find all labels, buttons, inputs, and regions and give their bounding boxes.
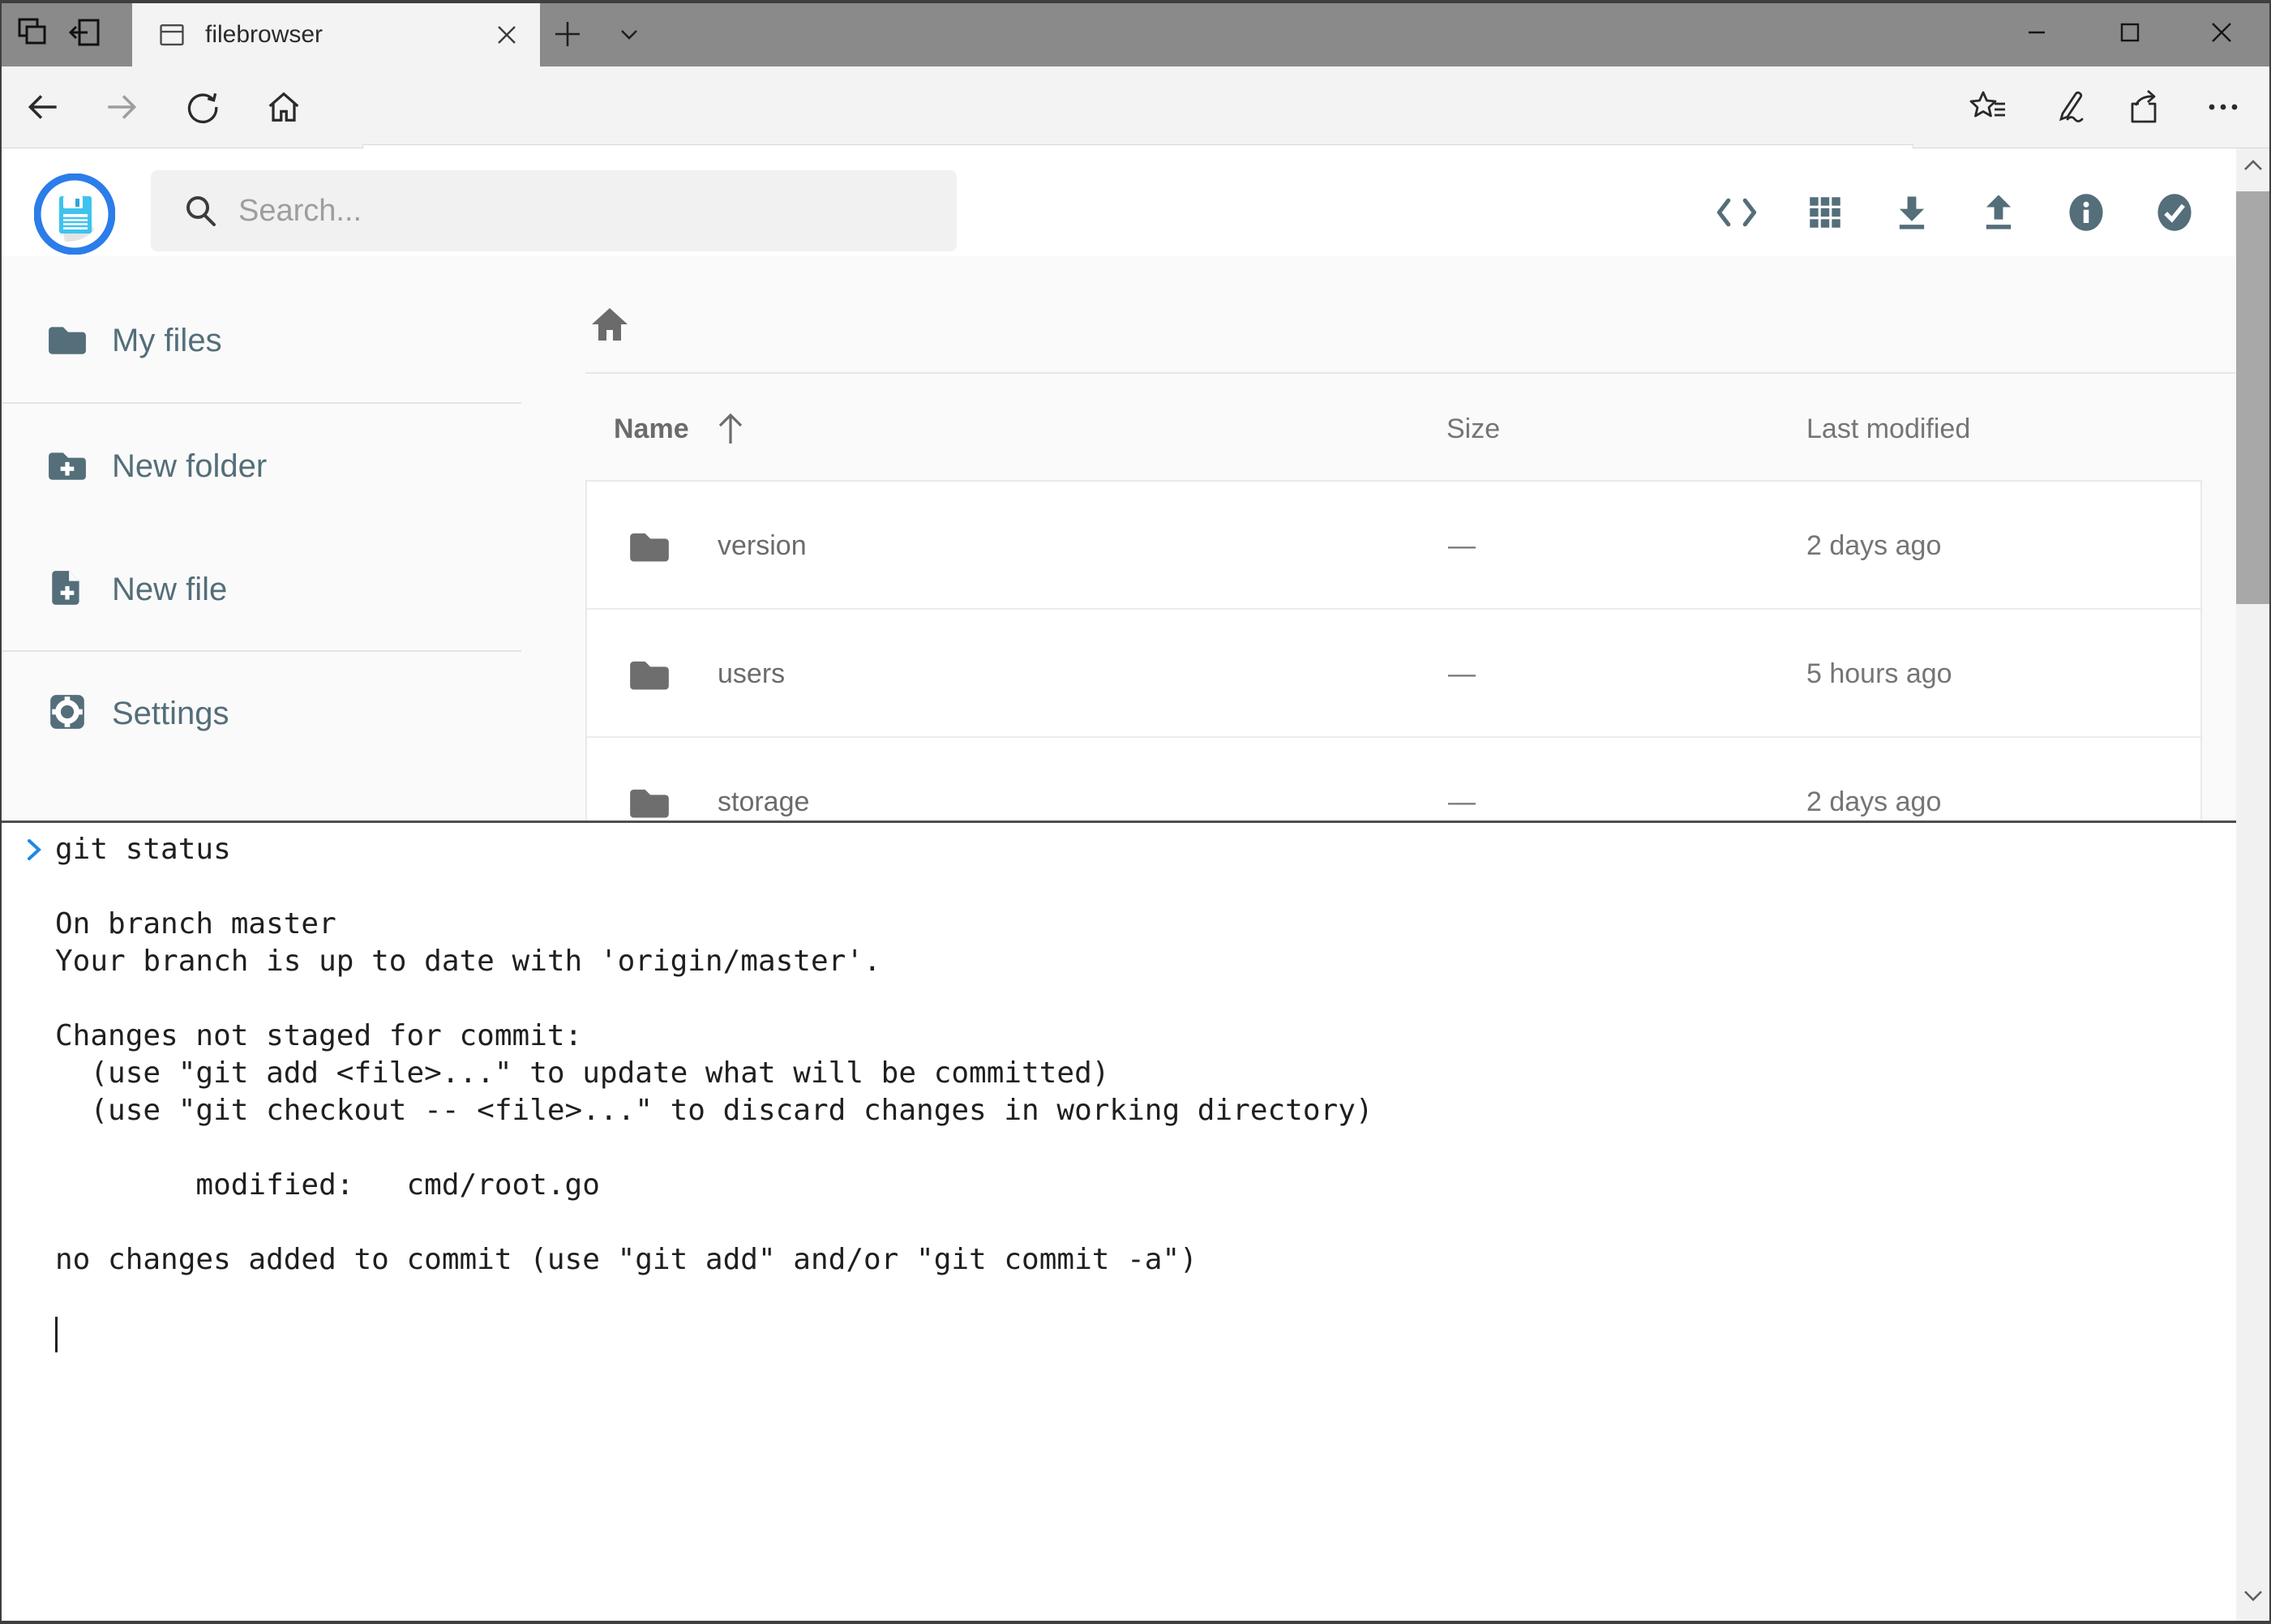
file-size: — <box>1448 482 1476 610</box>
breadcrumb-divider <box>585 372 2235 374</box>
folder-icon <box>628 525 671 571</box>
sidebar-item-settings[interactable]: Settings <box>47 677 229 750</box>
home-button[interactable] <box>261 84 306 130</box>
search-placeholder: Search... <box>238 194 362 229</box>
info-button[interactable] <box>2062 190 2110 238</box>
tab-preview-button[interactable] <box>10 11 55 57</box>
window-maximize-button[interactable] <box>2097 10 2162 55</box>
scrollbar-down-icon[interactable] <box>2241 1585 2265 1610</box>
sidebar-item-label: New folder <box>112 448 267 485</box>
search-icon <box>182 191 221 230</box>
folder-icon <box>47 319 88 363</box>
file-listing: version — 2 days ago users — 5 hours ago… <box>585 480 2202 869</box>
new-tab-button[interactable] <box>545 11 590 57</box>
grid-icon <box>1805 192 1845 237</box>
column-header-modified[interactable]: Last modified <box>1806 413 1970 445</box>
download-button[interactable] <box>1888 190 1936 238</box>
tab-favicon-icon <box>156 19 187 50</box>
prompt-chevron-icon <box>23 834 45 869</box>
window-border-bottom <box>0 1621 2271 1624</box>
info-icon <box>2065 191 2107 238</box>
file-size: — <box>1448 610 1476 738</box>
tab-close-icon[interactable] <box>493 21 521 49</box>
file-name: version <box>718 482 807 610</box>
set-tabs-aside-button[interactable] <box>63 11 109 57</box>
file-modified: 2 days ago <box>1806 482 1941 610</box>
grid-view-button[interactable] <box>1801 190 1849 238</box>
titlebar: filebrowser <box>0 0 2271 66</box>
filebrowser-logo-icon[interactable] <box>34 174 115 255</box>
shell-toggle-button[interactable] <box>1712 190 1761 238</box>
file-modified: 5 hours ago <box>1806 610 1952 738</box>
tab-list-chevron-icon[interactable] <box>606 11 652 57</box>
sidebar-item-label: Settings <box>112 696 229 732</box>
browser-toolbar: filebrowser.web/files/ <box>0 66 2271 148</box>
code-brackets-icon <box>1714 192 1759 237</box>
window-minimize-button[interactable] <box>2004 10 2069 55</box>
upload-icon <box>1977 191 2020 238</box>
column-header-name[interactable]: Name <box>614 413 689 445</box>
folder-plus-icon <box>47 444 88 489</box>
tab-title: filebrowser <box>205 21 323 49</box>
terminal-output: On branch master Your branch is up to da… <box>55 906 1373 1279</box>
file-plus-icon <box>47 568 88 612</box>
browser-tab[interactable]: filebrowser <box>132 3 540 66</box>
back-button[interactable] <box>20 84 66 130</box>
settings-more-button[interactable] <box>2200 84 2246 130</box>
download-icon <box>1891 191 1933 238</box>
breadcrumb-home-icon[interactable] <box>590 306 629 346</box>
scrollbar-thumb[interactable] <box>2236 191 2269 604</box>
terminal-cursor <box>55 1317 58 1352</box>
table-row[interactable]: users — 5 hours ago <box>587 610 2200 738</box>
file-name: users <box>718 610 785 738</box>
set-tabs-aside-icon <box>66 13 105 56</box>
window-border-left <box>0 0 2 1624</box>
gear-icon <box>47 692 88 736</box>
scrollbar-up-icon[interactable] <box>2241 156 2265 181</box>
search-bar[interactable]: Search... <box>151 170 957 251</box>
sidebar-divider <box>0 650 521 652</box>
sidebar-item-new-file[interactable]: New file <box>47 553 227 626</box>
sidebar-divider <box>0 402 521 404</box>
table-row[interactable]: version — 2 days ago <box>587 482 2200 610</box>
sidebar-item-my-files[interactable]: My files <box>47 304 222 377</box>
sidebar-item-label: New file <box>112 572 227 608</box>
web-note-pen-button[interactable] <box>2043 84 2089 130</box>
refresh-button[interactable] <box>180 84 225 130</box>
sidebar-item-label: My files <box>112 323 222 359</box>
window-border-top <box>0 0 2271 3</box>
tab-preview-icon <box>13 13 52 56</box>
terminal-command: git status <box>55 831 231 868</box>
folder-icon <box>628 653 671 699</box>
column-header-size[interactable]: Size <box>1446 413 1500 445</box>
forward-button[interactable] <box>99 84 144 130</box>
select-multiple-button[interactable] <box>2150 190 2199 238</box>
sidebar-item-new-folder[interactable]: New folder <box>47 430 267 503</box>
sort-ascending-icon[interactable] <box>713 409 748 451</box>
upload-button[interactable] <box>1974 190 2023 238</box>
share-button[interactable] <box>2123 84 2168 130</box>
favorites-hub-button[interactable] <box>1965 84 2011 130</box>
check-circle-icon <box>2153 191 2196 238</box>
window-close-button[interactable] <box>2189 10 2254 55</box>
